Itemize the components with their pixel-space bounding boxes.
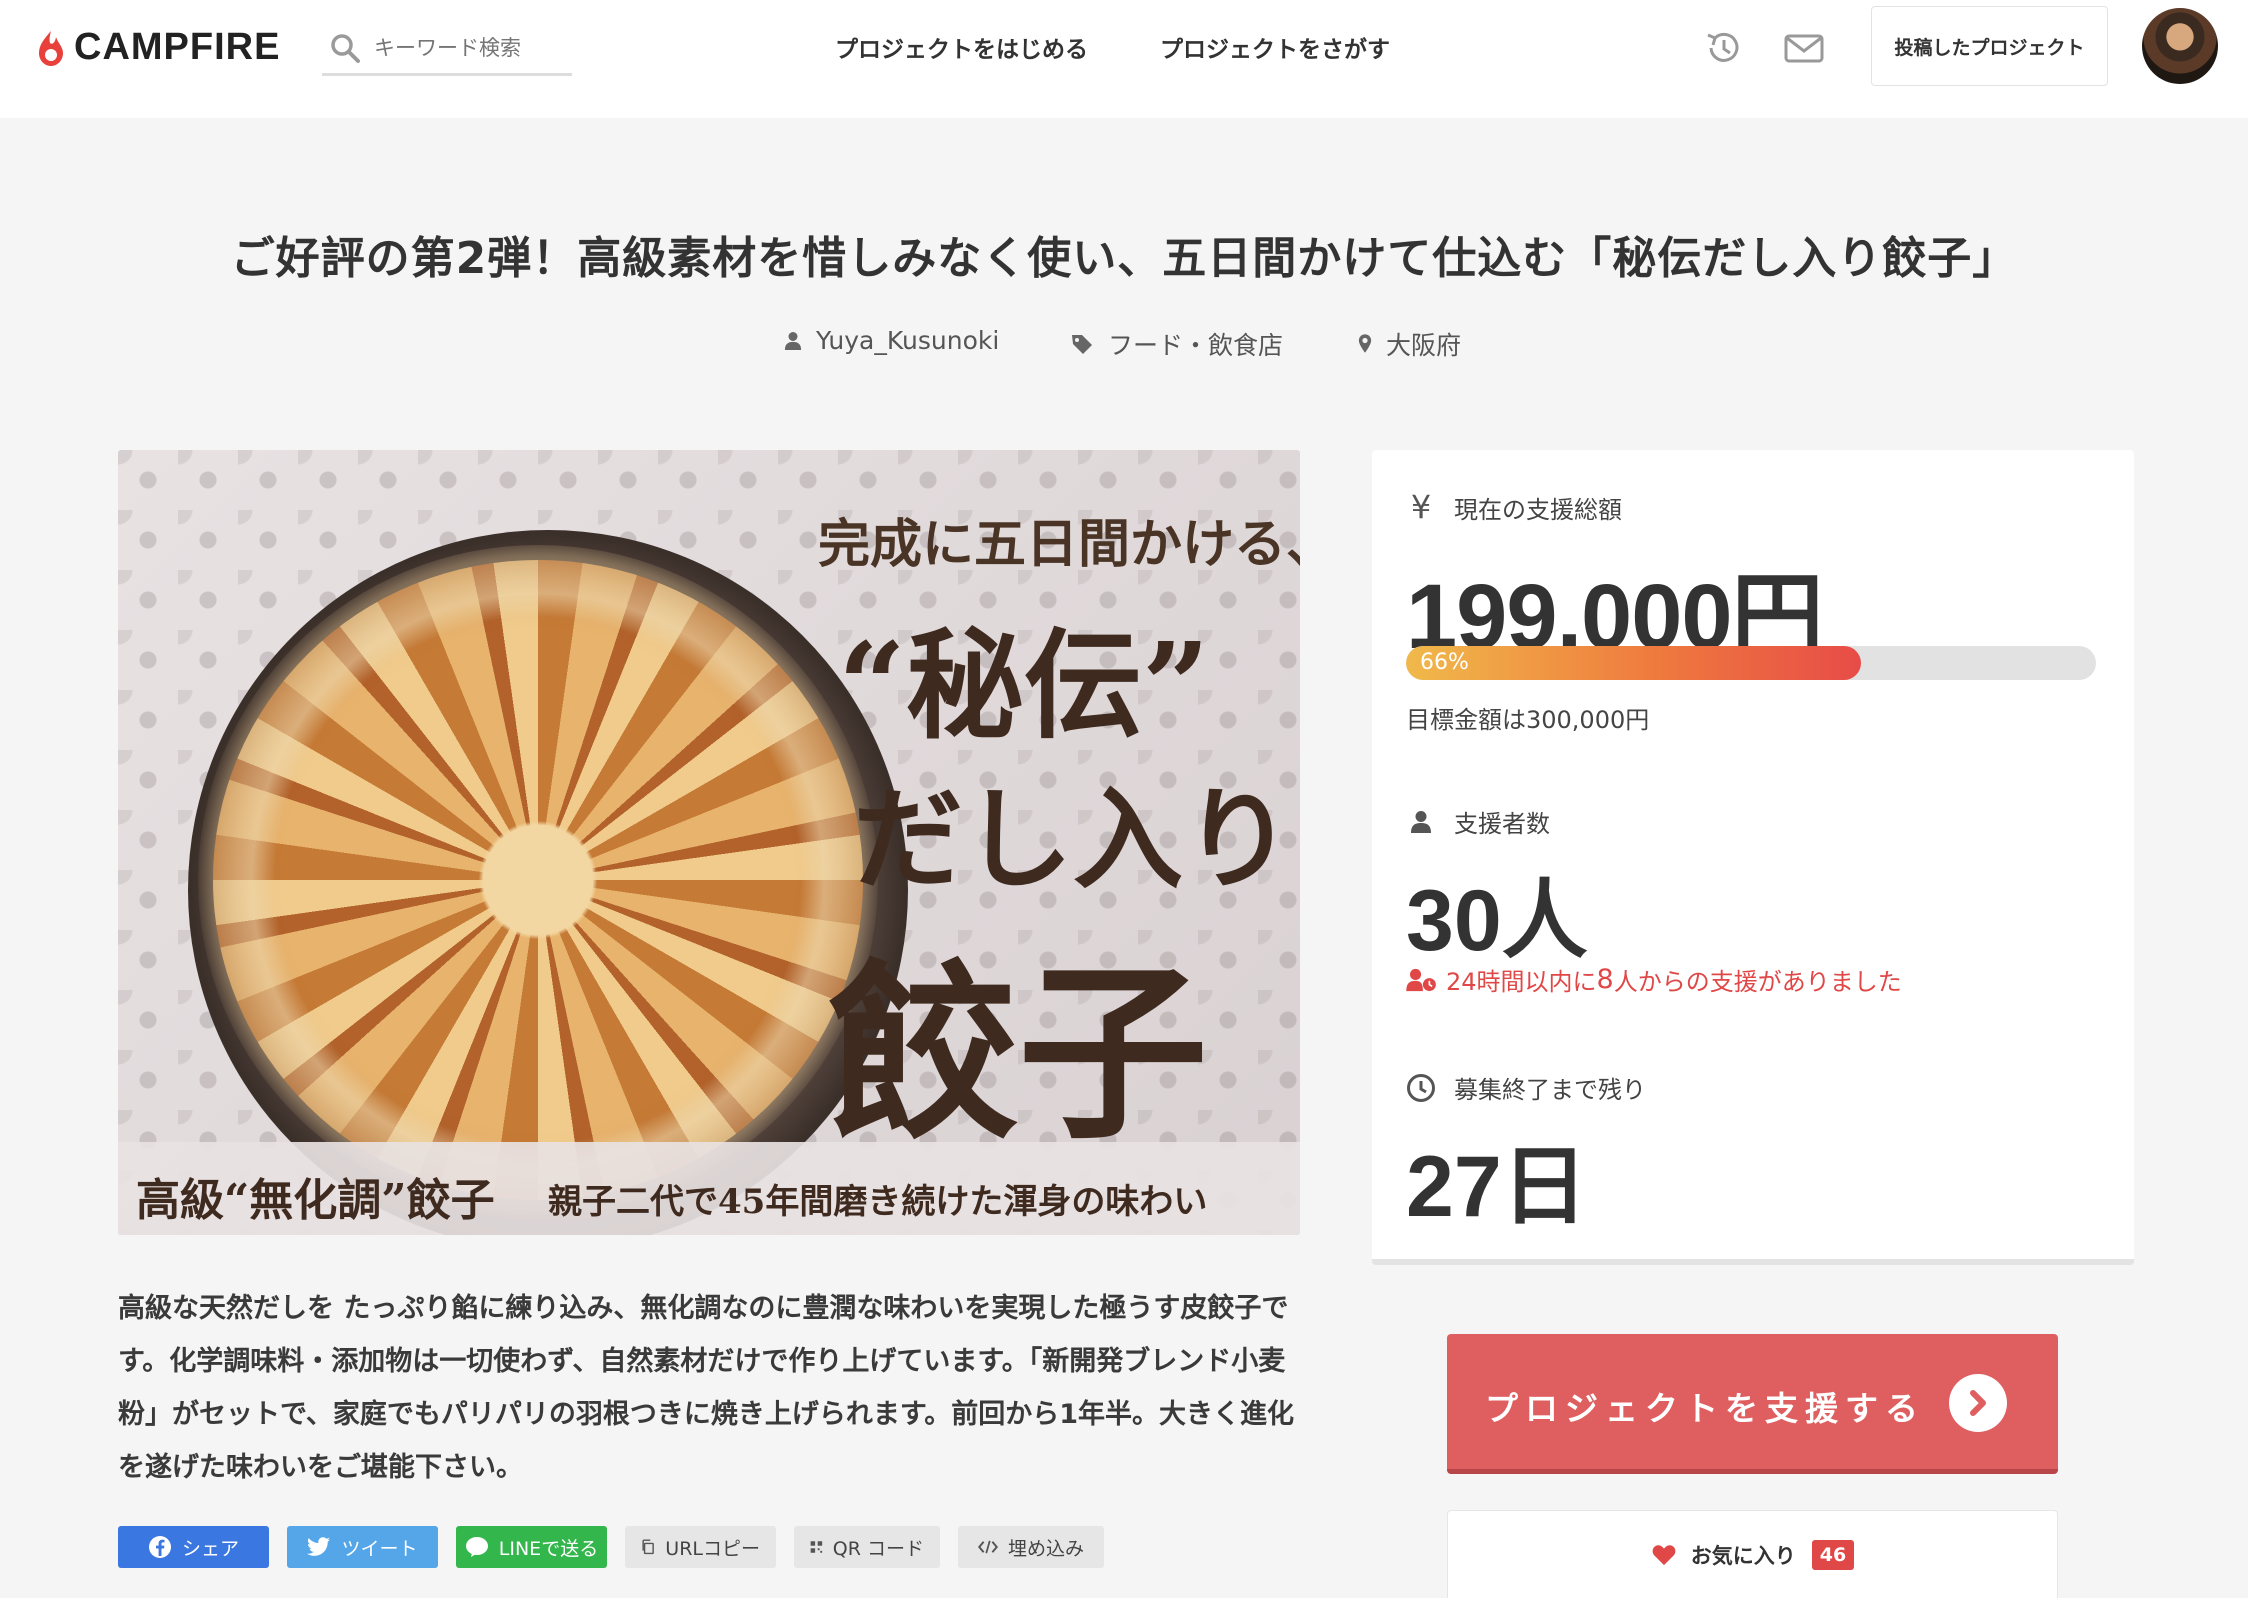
hero-caption-line4: 餃子 (828, 942, 1209, 1165)
user-avatar[interactable] (2142, 8, 2218, 84)
twitter-icon (307, 1537, 331, 1556)
my-projects-button[interactable]: 投稿したプロジェクト (1871, 6, 2108, 86)
days-remaining: 27日 (1406, 1139, 1588, 1235)
favorite-label: お気に入り (1690, 1543, 1796, 1568)
campfire-logo[interactable]: CAMPFIRE (36, 26, 280, 69)
url-copy-button[interactable]: URLコピー (625, 1526, 776, 1568)
nav-start-project[interactable]: プロジェクトをはじめる (835, 30, 1088, 64)
user-icon (1411, 810, 1431, 833)
yen-icon: ¥ (1410, 488, 1432, 526)
favorite-count-badge: 46 (1811, 1539, 1855, 1570)
project-location[interactable]: 大阪府 (1358, 326, 1461, 362)
support-project-label: プロジェクトを支援する (1485, 1389, 1925, 1428)
chevron-right-icon (1949, 1374, 2007, 1432)
mail-icon[interactable] (1782, 26, 1826, 70)
search-icon (331, 33, 360, 63)
site-header: CAMPFIRE プロジェクトをはじめる プロジェクトをさがす 投稿したプロジェ… (0, 0, 2248, 118)
clock-icon (1407, 1073, 1435, 1102)
line-share-button[interactable]: LINEで送る (456, 1526, 607, 1568)
recent-count: 8 (1596, 964, 1614, 995)
funding-stats-card: ¥ 現在の支援総額 199,000円 66% 目標金額は300,000円 支援者… (1372, 450, 2134, 1265)
goal-amount: 目標金額は300,000円 (1406, 706, 1650, 734)
hero-caption-line2: “秘伝” (838, 616, 1210, 755)
code-icon (977, 1540, 998, 1554)
logo-text: CAMPFIRE (74, 26, 281, 68)
location-name: 大阪府 (1386, 331, 1462, 360)
heart-icon (1652, 1544, 1676, 1565)
project-hero-image[interactable]: 完成に五日間かける、 “秘伝” だし入り 餃子 高級“無化調”餃子 親子二代で4… (118, 450, 1300, 1235)
flame-icon (39, 30, 63, 66)
hero-caption-line3: だし入り (853, 775, 1293, 904)
embed-button[interactable]: 埋め込み (958, 1526, 1104, 1568)
backers-label: 支援者数 (1406, 804, 1550, 839)
share-buttons: シェア ツイート LINEで送る URLコピー QR コード 埋め込み (118, 1526, 1104, 1568)
amount-label: ¥ 現在の支援総額 (1406, 488, 1622, 526)
hero-band-sub: 親子二代で45年間磨き続けた渾身の味わい (548, 1182, 1208, 1222)
progress-percent: 66% (1420, 650, 1469, 675)
recent-backers-notice: 24時間以内に 8 人からの支援がありました (1406, 962, 1902, 997)
user-clock-icon (1406, 968, 1436, 991)
user-icon (784, 331, 802, 350)
twitter-share-button[interactable]: ツイート (287, 1526, 438, 1568)
support-project-button[interactable]: プロジェクトを支援する (1447, 1334, 2058, 1474)
remaining-label: 募集終了まで残り (1406, 1070, 1646, 1105)
copy-icon (642, 1539, 654, 1555)
search-box[interactable] (322, 22, 572, 76)
progress-fill (1406, 646, 1862, 680)
line-icon (465, 1537, 488, 1557)
category-name: フード・飲食店 (1108, 331, 1284, 360)
history-icon[interactable] (1702, 26, 1746, 70)
project-category[interactable]: フード・飲食店 (1070, 326, 1283, 362)
location-pin-icon (1358, 334, 1372, 353)
tag-icon (1072, 335, 1092, 354)
facebook-icon (148, 1536, 171, 1558)
funding-progress-bar (1406, 646, 2096, 680)
project-description: 高級な天然だしを たっぷり餡に練り込み、無化調なのに豊潤な味わいを実現した極うす… (118, 1293, 1295, 1483)
hero-caption-line1: 完成に五日間かける、 (818, 514, 1300, 575)
qr-code-button[interactable]: QR コード (794, 1526, 940, 1568)
search-input[interactable] (374, 35, 564, 60)
favorite-button[interactable]: お気に入り 46 (1447, 1510, 2058, 1598)
facebook-share-button[interactable]: シェア (118, 1526, 269, 1568)
project-author[interactable]: Yuya_Kusunoki (784, 326, 999, 355)
nav-find-project[interactable]: プロジェクトをさがす (1160, 30, 1390, 64)
project-title: ご好評の第2弾！高級素材を惜しみなく使い、五日間かけて仕込む「秘伝だし入り餃子」 (230, 233, 2018, 284)
author-name: Yuya_Kusunoki (816, 326, 1000, 355)
qr-code-icon (810, 1541, 823, 1553)
backers-count: 30人 (1406, 873, 1588, 969)
hero-band-main: 高級“無化調”餃子 (136, 1175, 495, 1226)
